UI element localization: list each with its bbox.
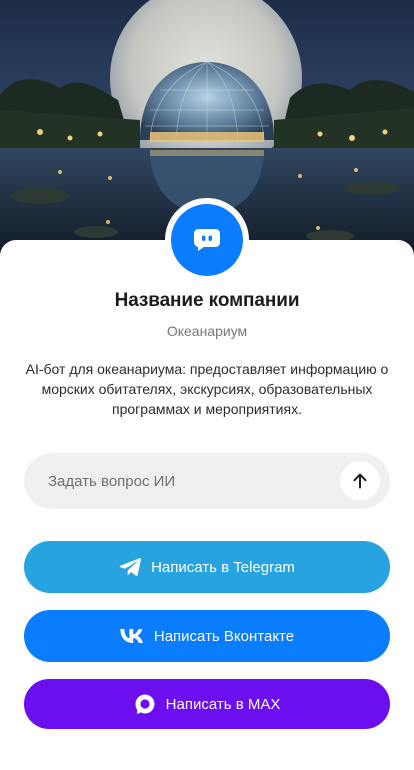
telegram-icon	[119, 557, 142, 577]
company-name: Название компании	[114, 290, 300, 311]
max-icon	[134, 693, 156, 715]
vk-button[interactable]: Написать Вконтакте	[24, 610, 390, 662]
vk-icon	[120, 629, 144, 643]
avatar-circle	[171, 204, 243, 276]
company-category: Океанариум	[166, 323, 248, 339]
company-description: AI-бот для океанариума: предоставляет ин…	[25, 361, 389, 417]
company-avatar	[165, 198, 249, 282]
telegram-button-label: Написать в Telegram	[151, 558, 295, 576]
telegram-button[interactable]: Написать в Telegram	[24, 541, 390, 593]
ask-ai-bar	[24, 453, 390, 509]
send-question-button[interactable]	[340, 461, 380, 501]
ask-ai-input[interactable]	[48, 453, 348, 509]
arrow-up-icon	[353, 473, 367, 489]
max-button[interactable]: Написать в MAX	[24, 679, 390, 729]
vk-button-label: Написать Вконтакте	[153, 627, 295, 645]
chat-bot-icon	[194, 229, 220, 251]
max-button-label: Написать в MAX	[165, 695, 281, 713]
